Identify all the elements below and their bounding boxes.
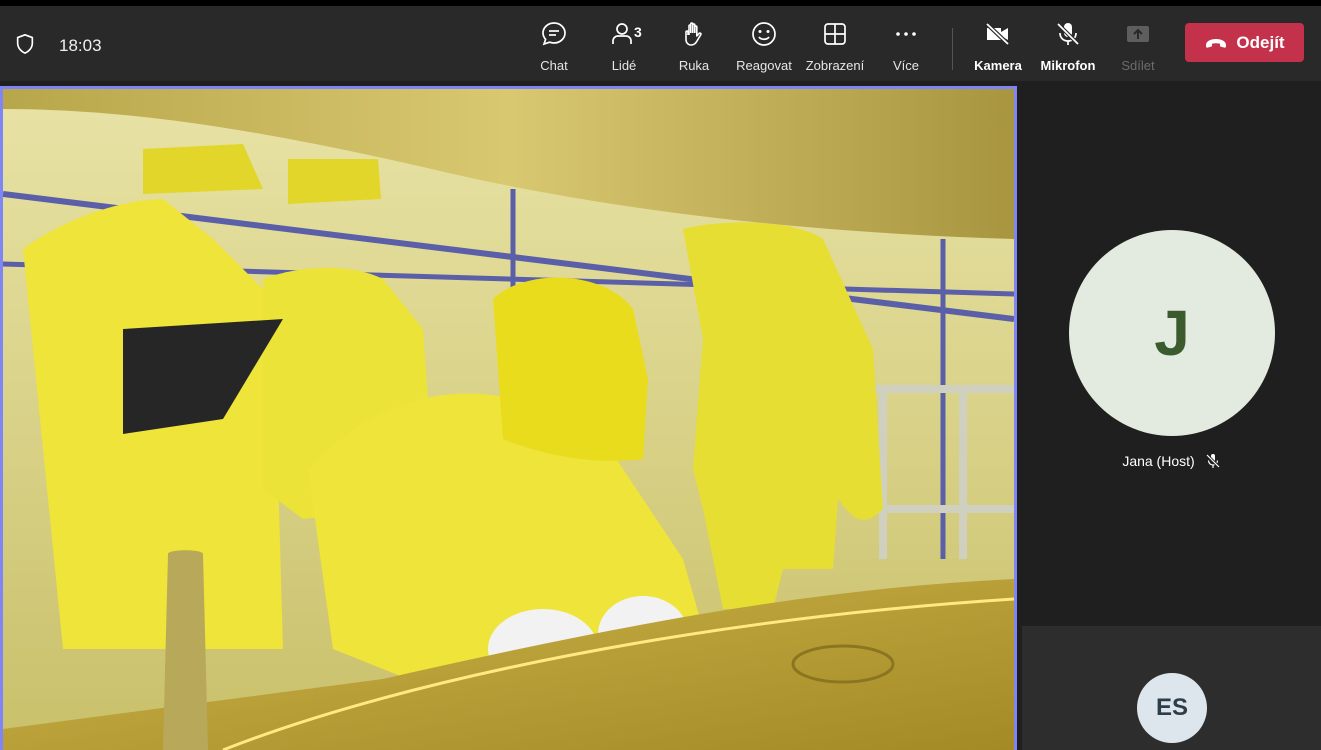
chat-button[interactable]: Chat xyxy=(514,18,594,78)
leave-label: Odejít xyxy=(1236,32,1285,52)
avatar-es: ES xyxy=(1137,673,1207,743)
avatar-initials: J xyxy=(1154,297,1190,369)
view-label: Zobrazení xyxy=(805,58,865,73)
raise-hand-button[interactable]: Ruka xyxy=(654,18,734,78)
hand-icon xyxy=(685,22,702,46)
participant-name: Jana (Host) xyxy=(1122,453,1195,469)
share-screen-icon xyxy=(1127,26,1149,42)
mic-button[interactable]: Mikrofon xyxy=(1028,18,1108,78)
smiley-icon xyxy=(752,22,776,46)
mic-muted-icon xyxy=(1205,453,1220,469)
participant-name-row: Jana (Host) xyxy=(1022,453,1321,469)
chat-icon xyxy=(542,22,566,46)
reactor-video-feed xyxy=(3,89,1014,750)
more-button[interactable]: Více xyxy=(866,18,946,78)
grid-view-icon xyxy=(824,23,846,45)
chat-label: Chat xyxy=(540,58,568,73)
toolbar-divider xyxy=(952,28,953,70)
shield-icon[interactable] xyxy=(14,33,36,55)
mic-label: Mikrofon xyxy=(1040,58,1096,73)
participant-tile-jana[interactable]: J Jana (Host) xyxy=(1022,86,1321,624)
meeting-toolbar: 18:03 Chat 3 Lidé Ruka Reagovat Zobrazen… xyxy=(0,6,1321,81)
avatar-jana: J xyxy=(1069,230,1275,436)
people-count-badge: 3 xyxy=(634,24,642,40)
people-label: Lidé xyxy=(611,58,637,73)
participant-tile-es[interactable]: ES xyxy=(1022,626,1321,750)
share-label: Sdílet xyxy=(1121,58,1155,73)
camera-label: Kamera xyxy=(974,58,1022,73)
react-button[interactable]: Reagovat xyxy=(724,18,804,78)
camera-off-icon xyxy=(985,22,1010,46)
leave-button[interactable]: Odejít xyxy=(1185,23,1304,62)
meeting-clock: 18:03 xyxy=(59,36,102,55)
more-label: Více xyxy=(892,58,919,73)
avatar-initials: ES xyxy=(1155,694,1188,721)
view-button[interactable]: Zobrazení xyxy=(795,18,875,78)
react-label: Reagovat xyxy=(736,58,792,73)
main-video-stage[interactable] xyxy=(0,86,1017,750)
raise-hand-label: Ruka xyxy=(678,58,710,73)
share-button[interactable]: Sdílet xyxy=(1098,18,1178,78)
mic-off-icon xyxy=(1056,22,1080,46)
hang-up-icon xyxy=(1206,38,1227,48)
people-button[interactable]: 3 Lidé xyxy=(584,18,664,78)
more-icon xyxy=(896,32,916,36)
camera-button[interactable]: Kamera xyxy=(958,18,1038,78)
